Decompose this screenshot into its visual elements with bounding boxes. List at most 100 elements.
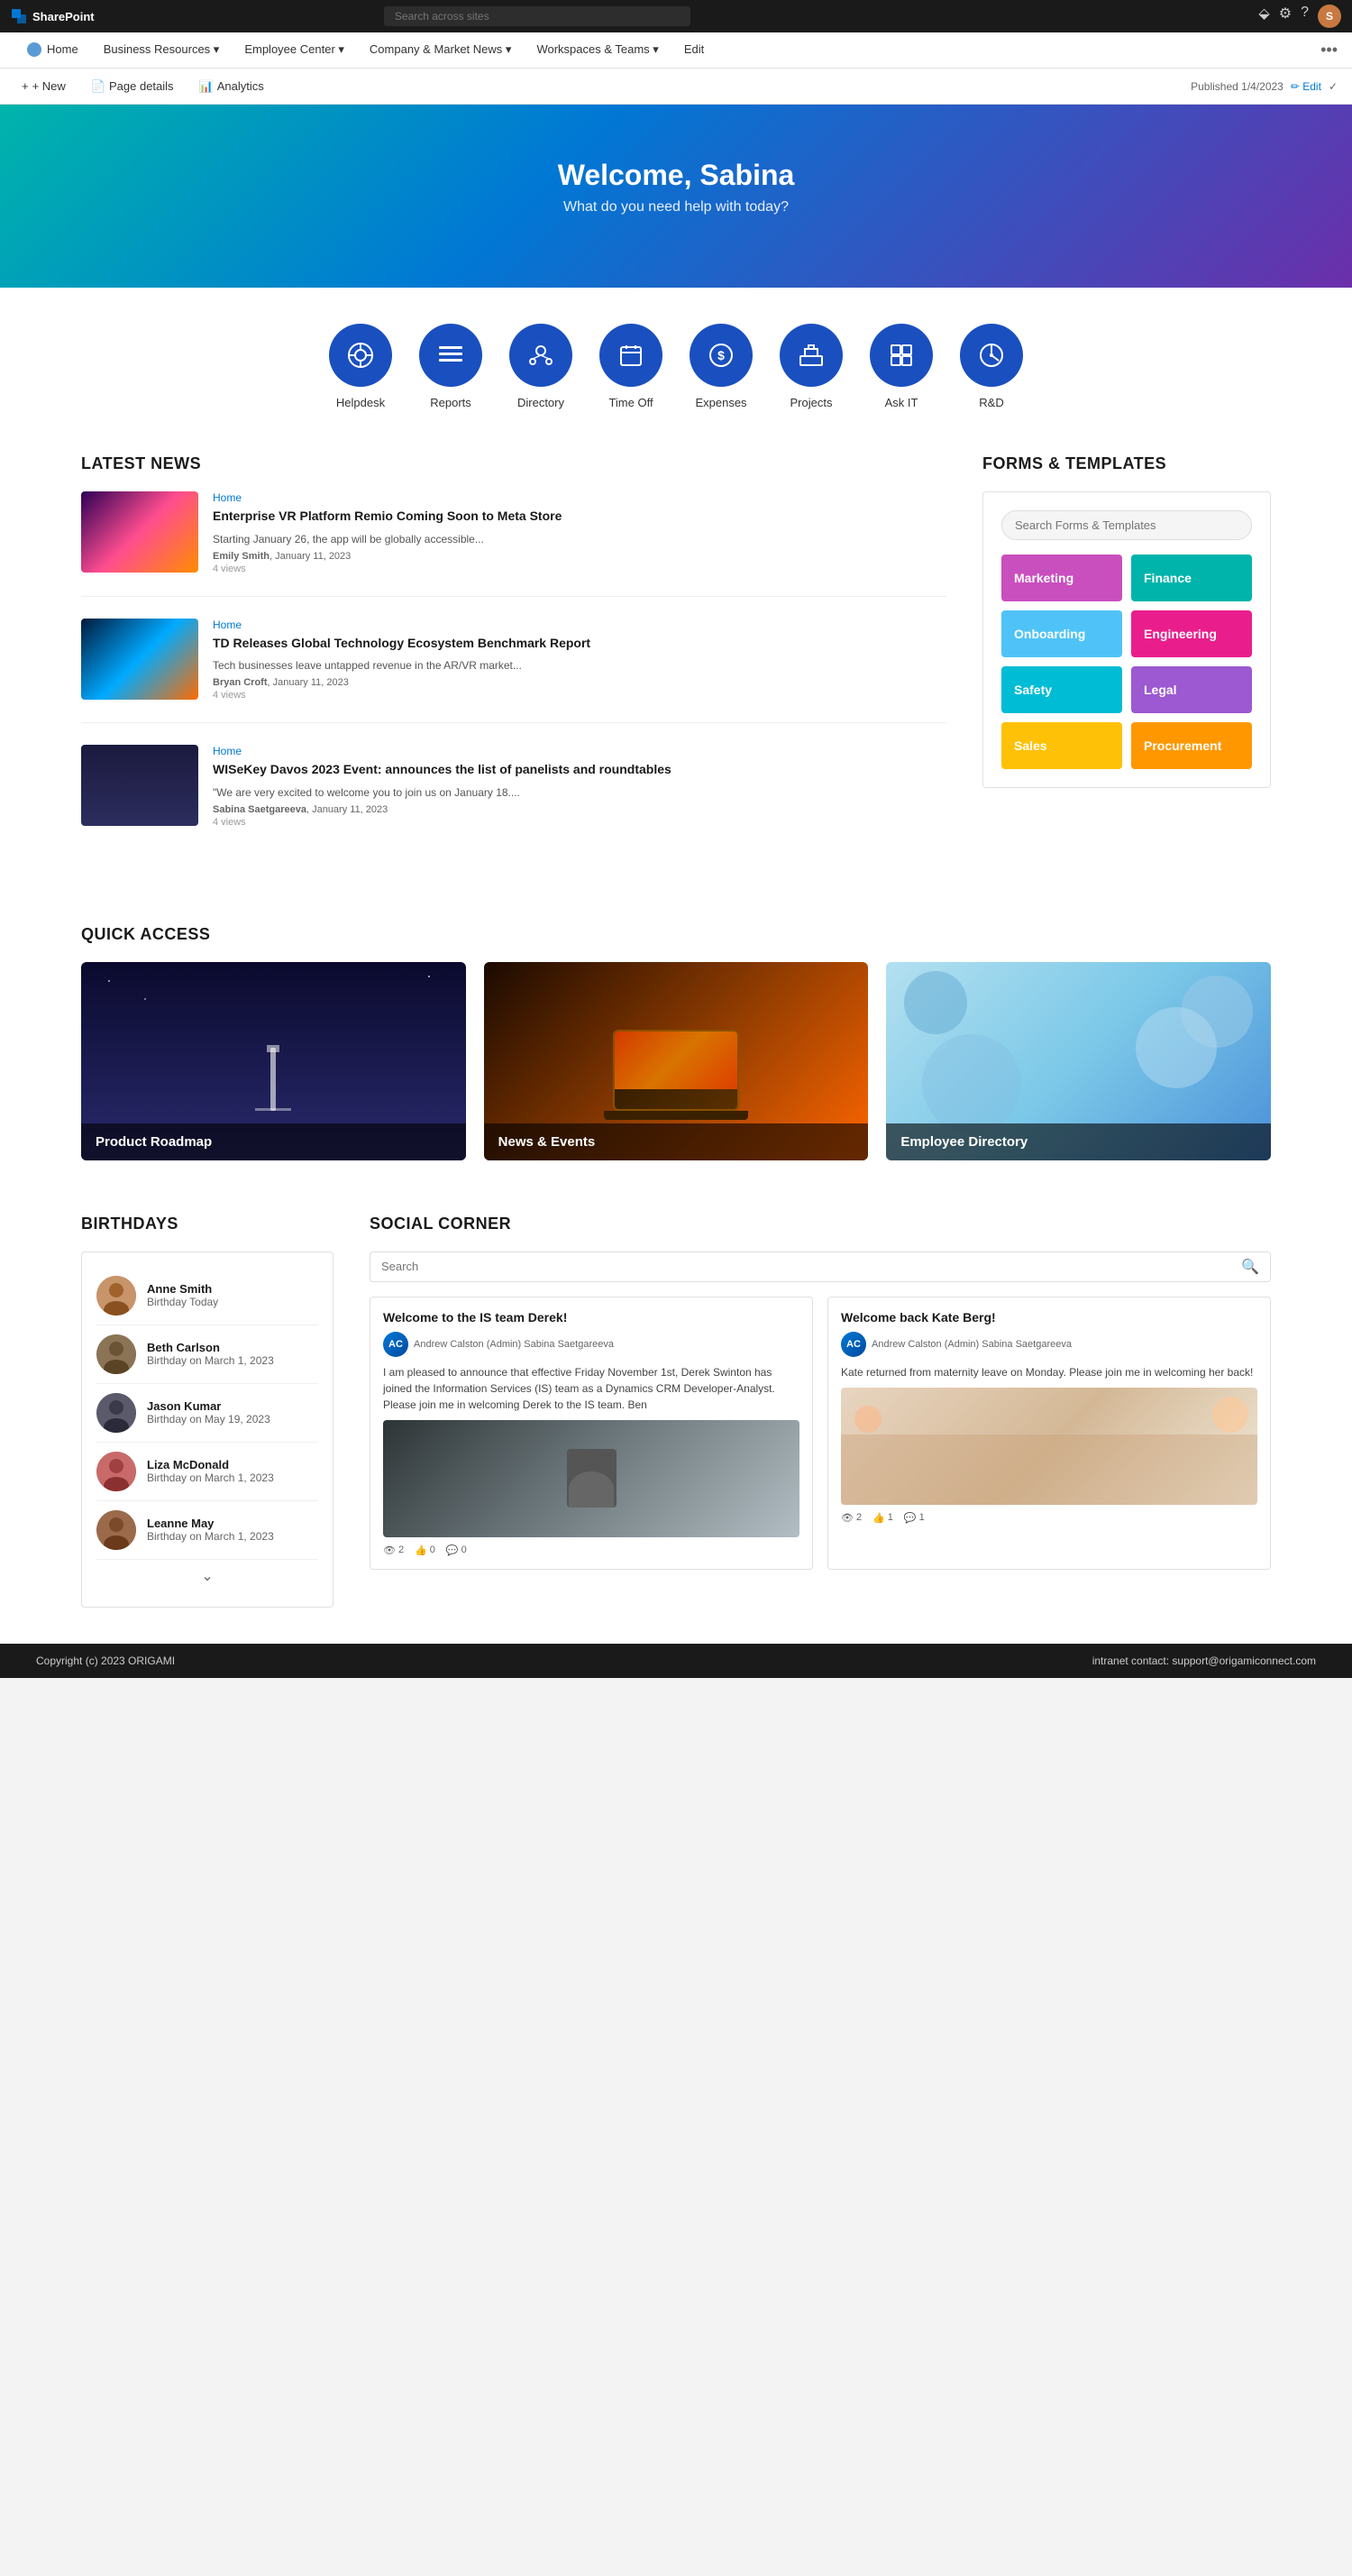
nav-business-resources[interactable]: Business Resources ▾ [91,32,233,69]
birthdays-section: BIRTHDAYS Anne Smith Birthday Today [81,1215,333,1608]
help-icon[interactable]: ? [1301,5,1309,28]
nav-helpdesk[interactable]: Helpdesk [329,324,392,409]
party-circle [1212,1397,1248,1433]
news-excerpt-1: Starting January 26, the app will be glo… [213,531,562,547]
qa-card-product-roadmap[interactable]: Product Roadmap [81,962,466,1160]
form-tag-procurement[interactable]: Procurement [1131,722,1252,769]
settings-icon[interactable]: ⚙ [1279,5,1292,28]
news-title-3[interactable]: WISeKey Davos 2023 Event: announces the … [213,761,671,779]
news-views-3: 4 views [213,817,671,828]
nav-expenses[interactable]: $ Expenses [690,324,753,409]
news-thumbnail-3 [81,745,198,826]
nav-edit[interactable]: Edit [671,32,717,69]
news-title-1[interactable]: Enterprise VR Platform Remio Coming Soon… [213,508,562,526]
social-corner-title: SOCIAL CORNER [370,1215,1271,1233]
form-tag-onboarding[interactable]: Onboarding [1001,610,1122,657]
latest-news-title: LATEST NEWS [81,454,946,473]
social-corner-section: SOCIAL CORNER 🔍 Welcome to the IS team D… [370,1215,1271,1608]
quick-access-grid: Product Roadmap News & Events [81,962,1271,1160]
birthday-info-3: Jason Kumar Birthday on May 19, 2023 [147,1399,270,1426]
news-author-2: Bryan Croft [213,677,268,688]
directory-icon[interactable] [509,324,572,387]
askit-icon[interactable] [870,324,933,387]
icon-navigation: Helpdesk Reports Directory Time Off [81,288,1271,436]
social-avatar-2: AC [841,1332,866,1357]
social-author-row-1: AC Andrew Calston (Admin) Sabina Saetgar… [383,1332,799,1357]
balloon-2 [1136,1007,1217,1088]
news-item: Home WISeKey Davos 2023 Event: announces… [81,745,946,849]
nav-projects[interactable]: Projects [780,324,843,409]
timeoff-icon[interactable] [599,324,662,387]
avatar-anne-smith [96,1276,136,1316]
news-category-1[interactable]: Home [213,491,562,504]
footer-copyright: Copyright (c) 2023 ORIGAMI [36,1655,175,1667]
quick-access-title: QUICK ACCESS [81,925,1271,944]
edit-button[interactable]: ✏ Edit [1291,80,1321,93]
star-1 [108,980,110,982]
nav-askit[interactable]: Ask IT [870,324,933,409]
forms-grid: Marketing Finance Onboarding Engineering… [1001,555,1252,769]
lighthouse-top [267,1045,279,1052]
form-tag-engineering[interactable]: Engineering [1131,610,1252,657]
nav-reports[interactable]: Reports [419,324,482,409]
laptop-screen [613,1030,739,1111]
avatar-liza-mcdonald [96,1452,136,1491]
global-search[interactable] [384,6,690,26]
nav-employee-center[interactable]: Employee Center ▾ [232,32,357,69]
birthday-item: Beth Carlson Birthday on March 1, 2023 [96,1325,318,1384]
home-icon [27,42,41,57]
news-item: Home Enterprise VR Platform Remio Coming… [81,491,946,597]
global-search-input[interactable] [384,6,690,26]
expenses-icon[interactable]: $ [690,324,753,387]
form-tag-legal[interactable]: Legal [1131,666,1252,713]
birthdays-box: Anne Smith Birthday Today Beth Carlson B… [81,1251,333,1608]
reports-icon[interactable] [419,324,482,387]
social-card-title-2: Welcome back Kate Berg! [841,1310,1257,1325]
news-title-2[interactable]: TD Releases Global Technology Ecosystem … [213,635,590,653]
nav-workspaces-teams[interactable]: Workspaces & Teams ▾ [524,32,671,69]
news-excerpt-2: Tech businesses leave untapped revenue i… [213,657,590,674]
projects-icon[interactable] [780,324,843,387]
news-forms-section: LATEST NEWS Home Enterprise VR Platform … [81,436,1271,907]
balloon-4 [922,1034,1021,1133]
balloon-3 [904,971,967,1034]
news-author-3: Sabina Saetgareeva [213,804,306,815]
birthday-more-button[interactable]: ⌄ [96,1560,318,1592]
star-3 [428,976,430,977]
social-search-input[interactable] [381,1260,1241,1273]
nav-more-button[interactable]: ••• [1320,41,1338,60]
nav-timeoff[interactable]: Time Off [599,324,662,409]
nav-bar: Home Business Resources ▾ Employee Cente… [0,32,1352,69]
helpdesk-icon[interactable] [329,324,392,387]
page-details-button[interactable]: 📄 Page details [84,76,181,97]
form-tag-safety[interactable]: Safety [1001,666,1122,713]
avatar-leanne-may [96,1510,136,1550]
news-thumbnail-2 [81,619,198,700]
form-tag-marketing[interactable]: Marketing [1001,555,1122,601]
forms-search-input[interactable] [1001,510,1252,540]
user-icon[interactable]: S [1318,5,1341,28]
nav-company-market-news[interactable]: Company & Market News ▾ [357,32,525,69]
social-search-icon[interactable]: 🔍 [1241,1258,1259,1276]
form-tag-finance[interactable]: Finance [1131,555,1252,601]
share-icon[interactable]: ⬙ [1258,5,1269,28]
analytics-button[interactable]: 📊 Analytics [192,76,271,97]
nav-directory[interactable]: Directory [509,324,572,409]
check-icon: ✓ [1329,80,1338,93]
social-grid: Welcome to the IS team Derek! AC Andrew … [370,1297,1271,1570]
news-author-1: Emily Smith [213,551,269,562]
birthday-info-1: Anne Smith Birthday Today [147,1282,218,1308]
news-date-2: January 11, 2023 [273,677,349,688]
qa-card-employee-directory[interactable]: Employee Directory [886,962,1271,1160]
birthday-info-5: Leanne May Birthday on March 1, 2023 [147,1517,274,1543]
qa-card-news-events[interactable]: News & Events [484,962,869,1160]
nav-home[interactable]: Home [14,32,91,69]
expenses-label: Expenses [695,396,746,409]
news-category-2[interactable]: Home [213,619,590,631]
star-2 [144,998,146,1000]
news-category-3[interactable]: Home [213,745,671,757]
form-tag-sales[interactable]: Sales [1001,722,1122,769]
nav-rnd[interactable]: R&D [960,324,1023,409]
rnd-icon[interactable] [960,324,1023,387]
new-button[interactable]: + + New [14,76,73,96]
